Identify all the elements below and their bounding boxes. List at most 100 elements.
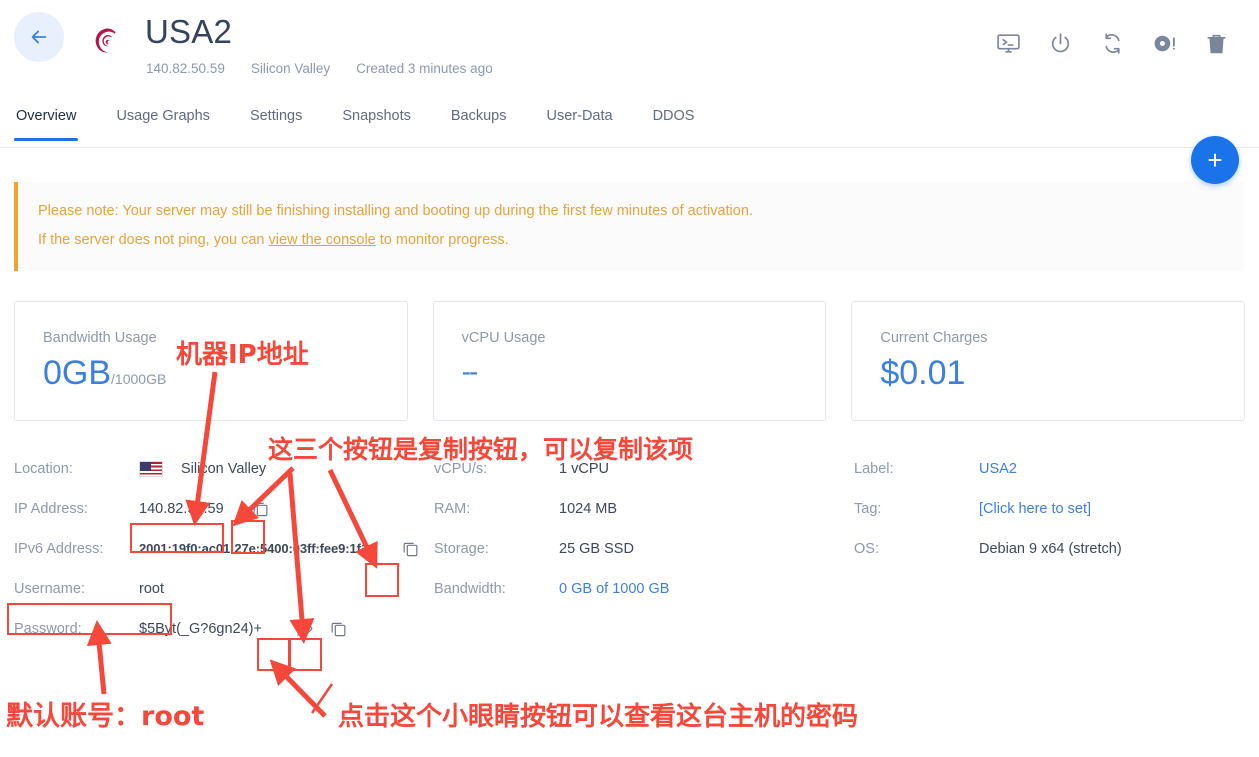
trash-icon [1206, 34, 1226, 53]
power-icon [1051, 32, 1069, 52]
console-button[interactable] [993, 28, 1023, 58]
copy-icon [332, 623, 346, 637]
debian-logo [95, 28, 116, 53]
detail-row: vCPU/s: 1 vCPU [434, 449, 854, 489]
tab-settings[interactable]: Settings [230, 100, 322, 141]
page-header: USA2 140.82.50.59 Silicon Valley Created… [0, 0, 1259, 100]
detail-column-specs: vCPU/s: 1 vCPU RAM: 1024 MB Storage: 25 GB SS… [434, 449, 854, 649]
detail-row: Password: $5Byt(_G?6gn24)+ [14, 609, 434, 649]
detail-column-network: Location: Silicon Valley IP Address: 140.82… [14, 449, 434, 649]
tab-user-data[interactable]: User-Data [527, 100, 633, 141]
detail-key: Tag: [854, 500, 882, 517]
stat-card-label: Current Charges [880, 329, 988, 346]
annotation-text: 默认账号：root [6, 701, 205, 732]
console-icon [996, 33, 1020, 53]
copy-icon [403, 543, 418, 557]
tab-bar: Overview Usage Graphs Settings Snapshots Bac… [0, 100, 1259, 148]
detail-value[interactable]: USA2 [979, 461, 1017, 477]
detail-value: Debian 9 x64 (stretch) [979, 540, 1122, 557]
restart-icon [1104, 32, 1120, 54]
power-button[interactable] [1045, 28, 1075, 58]
detail-row: Bandwidth: 0 GB of 1000 GB [434, 569, 854, 609]
tab-ddos[interactable]: DDOS [633, 100, 715, 141]
detail-key: OS: [854, 540, 879, 557]
stat-card-label: Bandwidth Usage [43, 329, 157, 346]
tab-overview[interactable]: Overview [14, 100, 96, 141]
stat-card-value-suffix: /1000GB [111, 370, 167, 387]
detail-value: $5Byt(_G?6gn24)+ [139, 620, 262, 637]
stat-card-value: $0.01 [880, 356, 1244, 390]
notice-wrapper: Please note: Your server may still be fi… [0, 148, 1259, 271]
detail-value-wrap: 0 GB of 1000 GB [559, 581, 669, 597]
detail-value: 140.82.50.59 [139, 500, 224, 517]
install-notice: Please note: Your server may still be fi… [14, 182, 1245, 271]
detail-value[interactable]: 0 GB of 1000 GB [559, 581, 669, 597]
detail-key: Username: [14, 580, 85, 597]
header-actions [993, 28, 1231, 58]
stat-card-value: -- [462, 356, 826, 388]
detail-key: Location: [14, 460, 73, 477]
add-server-button[interactable]: + [1191, 136, 1239, 184]
detail-key: vCPU/s: [434, 460, 488, 477]
detail-row: IP Address: 140.82.50.59 [14, 489, 434, 529]
toggle-password-visibility-button[interactable] [292, 616, 318, 642]
notice-line-2: If the server does not ping, you can vie… [38, 229, 1225, 251]
tab-usage-graphs[interactable]: Usage Graphs [96, 100, 230, 141]
detail-columns: Location: Silicon Valley IP Address: 140.82… [0, 421, 1259, 649]
detail-row: Username: root [14, 569, 434, 609]
header-created: Created 3 minutes ago [356, 61, 493, 76]
notice-line-1: Please note: Your server may still be fi… [38, 203, 753, 219]
detail-value: 1 vCPU [559, 460, 609, 477]
detail-row: Location: Silicon Valley [14, 449, 434, 489]
detail-row: Tag: [Click here to set] [854, 489, 1234, 529]
stat-card-value-main: $0.01 [880, 353, 966, 392]
detail-column-meta: Label: USA2 Tag: [Click here to set] OS: Debi… [854, 449, 1234, 649]
view-console-link[interactable]: view the console [269, 232, 376, 248]
detail-value: 1024 MB [559, 500, 618, 517]
detail-value: root [139, 580, 164, 597]
header-region: Silicon Valley [250, 61, 331, 76]
detail-value-wrap: 140.82.50.59 [139, 496, 274, 522]
detail-value-wrap: root [139, 581, 164, 597]
destroy-button[interactable] [1201, 28, 1231, 58]
stat-card-value-main: -- [461, 355, 479, 387]
stat-card-value-main: 0GB [43, 353, 112, 392]
reinstall-disc-icon [1154, 35, 1175, 51]
back-button[interactable] [14, 12, 64, 62]
copy-button[interactable] [397, 536, 423, 562]
annotation-tick [310, 683, 334, 714]
stat-card-label: vCPU Usage [461, 329, 546, 346]
detail-row: OS: Debian 9 x64 (stretch) [854, 529, 1234, 569]
detail-value-wrap: [Click here to set] [979, 501, 1091, 517]
detail-value-wrap: 25 GB SSD [559, 541, 634, 557]
detail-value-wrap: USA2 [979, 461, 1017, 477]
page-root: USA2 140.82.50.59 Silicon Valley Created… [0, 0, 1259, 757]
detail-value-wrap: 2001:19f0:ac01:27e:5400:03ff:fee9:1f1c [139, 536, 423, 562]
detail-value: Silicon Valley [181, 460, 267, 477]
detail-value-wrap: Debian 9 x64 (stretch) [979, 541, 1122, 557]
arrow-to-eye [269, 659, 327, 718]
detail-value[interactable]: [Click here to set] [979, 501, 1091, 517]
reinstall-button[interactable] [1149, 28, 1179, 58]
eye-off-icon [296, 621, 314, 637]
copy-button[interactable] [248, 496, 274, 522]
header-subline: 140.82.50.59 Silicon Valley Created 3 mi… [146, 61, 493, 76]
us-flag-icon [139, 460, 163, 477]
copy-button[interactable] [326, 616, 352, 642]
detail-key: Storage: [434, 540, 489, 557]
detail-value-wrap: Silicon Valley [139, 460, 267, 477]
notice-line-2-pre: If the server does not ping, you can [38, 232, 269, 249]
detail-key: Label: [854, 460, 894, 477]
copy-icon [253, 503, 268, 517]
detail-row: Storage: 25 GB SSD [434, 529, 854, 569]
detail-key: RAM: [434, 500, 471, 517]
detail-key: IP Address: [14, 500, 88, 517]
tab-backups[interactable]: Backups [431, 100, 527, 141]
detail-key: Bandwidth: [434, 580, 506, 597]
annotation-text: 点击这个小眼睛按钮可以查看这台主机的密码 [338, 702, 859, 732]
header-ip: 140.82.50.59 [146, 61, 225, 76]
restart-button[interactable] [1097, 28, 1127, 58]
tab-snapshots[interactable]: Snapshots [322, 100, 431, 141]
detail-row: Label: USA2 [854, 449, 1234, 489]
stat-card-value: 0GB/1000GB [43, 356, 407, 390]
